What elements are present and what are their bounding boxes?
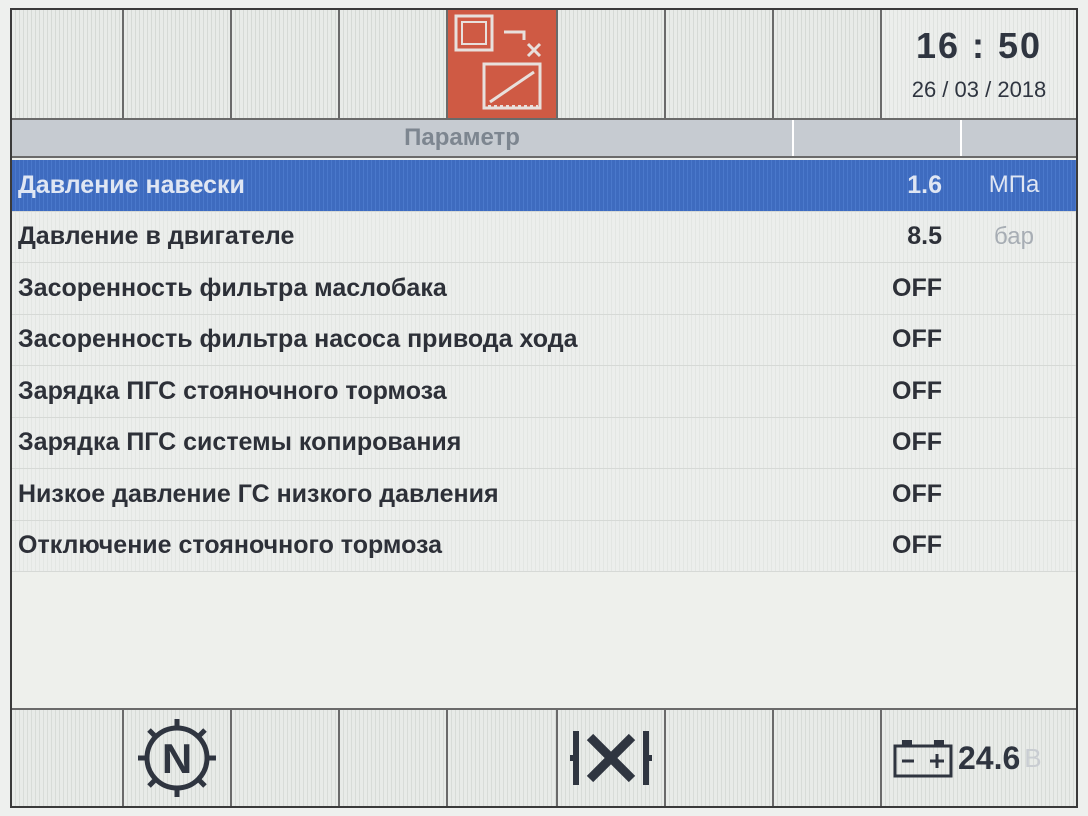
value-header <box>792 120 960 156</box>
implement-mode-icon <box>454 14 542 110</box>
battery-voltage-indicator: 24.6 В <box>882 710 1076 806</box>
parameter-label: Зарядка ПГС стояночного тормоза <box>18 376 447 405</box>
parameter-value: 1.6 <box>907 170 942 199</box>
bottom-slot-3[interactable] <box>232 710 340 806</box>
clock-panel: 16 : 50 26 / 03 / 2018 <box>882 10 1076 118</box>
neutral-gear-indicator[interactable]: N <box>124 710 232 806</box>
top-slot-8[interactable] <box>774 10 882 118</box>
parameter-row[interactable]: Низкое давление ГС низкого давления OFF <box>12 469 1076 521</box>
parameter-label: Засоренность фильтра маслобака <box>18 273 447 302</box>
parameter-label: Зарядка ПГС системы копирования <box>18 428 462 457</box>
parameter-label: Засоренность фильтра насоса привода хода <box>18 325 578 354</box>
parameter-row[interactable]: Засоренность фильтра насоса привода хода… <box>12 314 1076 366</box>
parameter-value: OFF <box>892 273 942 302</box>
bottom-slot-8[interactable] <box>774 710 882 806</box>
clock-time: 16 : 50 <box>915 25 1043 66</box>
battery-voltage-value: 24.6 <box>958 739 1021 776</box>
battery-voltage-unit: В <box>1024 742 1042 773</box>
neutral-gear-icon: N <box>138 719 216 797</box>
parameter-row[interactable]: Зарядка ПГС стояночного тормоза OFF <box>12 366 1076 418</box>
parameter-row[interactable]: Зарядка ПГС системы копирования OFF <box>12 417 1076 469</box>
parameter-value: OFF <box>892 531 942 560</box>
top-status-bar: 16 : 50 26 / 03 / 2018 <box>12 10 1076 118</box>
parameter-unit: бар <box>994 222 1034 250</box>
parameter-value: OFF <box>892 325 942 354</box>
parameter-label: Давление навески <box>18 170 245 199</box>
parameter-value: OFF <box>892 479 942 508</box>
clock-date: 26 / 03 / 2018 <box>911 77 1047 102</box>
top-slot-1[interactable] <box>12 10 124 118</box>
parameter-value: OFF <box>892 428 942 457</box>
top-slot-3[interactable] <box>232 10 340 118</box>
bottom-status-bar: N 24.6 В <box>12 708 1076 806</box>
gear-letter: N <box>162 735 192 782</box>
parameter-row[interactable]: Отключение стояночного тормоза OFF <box>12 520 1076 572</box>
parameter-label: Низкое давление ГС низкого давления <box>18 479 499 508</box>
differential-lock-indicator[interactable] <box>558 710 666 806</box>
top-slot-6[interactable] <box>558 10 666 118</box>
implement-mode-button[interactable] <box>448 10 558 118</box>
parameter-row[interactable]: Давление в двигателе 8.5 бар <box>12 211 1076 263</box>
parameter-row[interactable]: Засоренность фильтра маслобака OFF <box>12 263 1076 315</box>
display-screen: 16 : 50 26 / 03 / 2018 Параметр Давление… <box>10 8 1078 808</box>
parameter-row[interactable]: Давление навески 1.6 МПа <box>12 160 1076 212</box>
unit-header <box>960 120 1076 156</box>
table-header: Параметр <box>12 118 1076 158</box>
bottom-slot-7[interactable] <box>666 710 774 806</box>
parameter-unit: МПа <box>988 171 1040 199</box>
top-slot-7[interactable] <box>666 10 774 118</box>
parameter-value: 8.5 <box>907 222 942 251</box>
bottom-slot-5[interactable] <box>448 710 558 806</box>
battery-icon <box>893 740 953 778</box>
parameter-list: Давление навески 1.6 МПа Давление в двиг… <box>12 160 1076 572</box>
bottom-slot-1[interactable] <box>12 710 124 806</box>
top-slot-4[interactable] <box>340 10 448 118</box>
bottom-slot-4[interactable] <box>340 710 448 806</box>
differential-lock-icon <box>570 731 652 785</box>
parameter-header: Параметр <box>404 124 520 151</box>
parameter-label: Давление в двигателе <box>18 222 295 251</box>
parameter-label: Отключение стояночного тормоза <box>18 531 443 560</box>
top-slot-2[interactable] <box>124 10 232 118</box>
parameter-value: OFF <box>892 376 942 405</box>
